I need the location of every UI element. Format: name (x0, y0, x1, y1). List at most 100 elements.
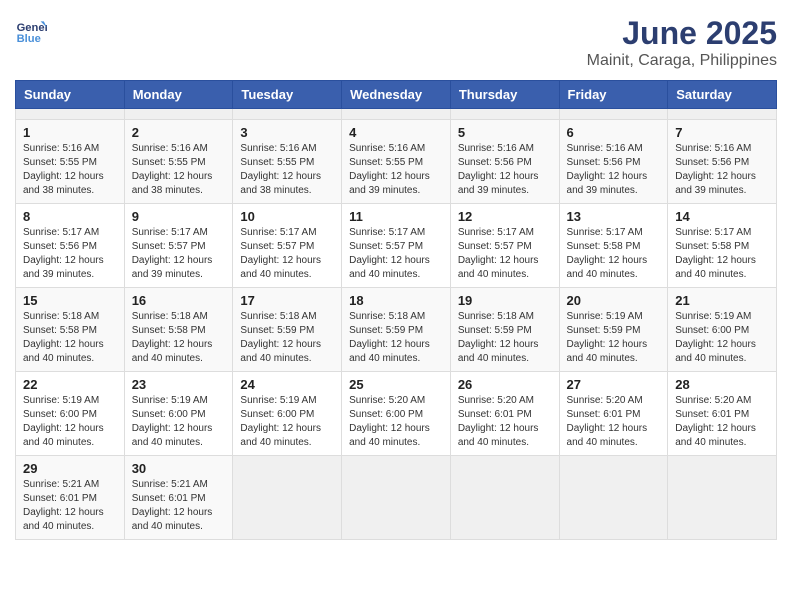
calendar-week-row: 22 Sunrise: 5:19 AMSunset: 6:00 PMDayligh… (16, 372, 777, 456)
calendar-week-row: 29 Sunrise: 5:21 AMSunset: 6:01 PMDayligh… (16, 456, 777, 540)
day-number: 30 (132, 461, 226, 476)
calendar-cell: 15Sunrise: 5:18 AMSunset: 5:58 PMDayligh… (16, 288, 125, 372)
weekday-header: Sunday (16, 81, 125, 109)
calendar-cell: 7 Sunrise: 5:16 AMSunset: 5:56 PMDaylight… (668, 120, 777, 204)
day-number: 28 (675, 377, 769, 392)
day-number: 25 (349, 377, 443, 392)
cell-info: Sunrise: 5:16 AMSunset: 5:55 PMDaylight:… (349, 142, 443, 198)
calendar-cell: 22 Sunrise: 5:19 AMSunset: 6:00 PMDayligh… (16, 372, 125, 456)
cell-info: Sunrise: 5:18 AMSunset: 5:58 PMDaylight:… (132, 310, 226, 366)
calendar-cell (342, 109, 451, 120)
cell-info: Sunrise: 5:16 AMSunset: 5:56 PMDaylight:… (567, 142, 661, 198)
calendar-cell (342, 456, 451, 540)
page-header: General Blue June 2025 Mainit, Caraga, P… (15, 15, 777, 70)
cell-info: Sunrise: 5:21 AMSunset: 6:01 PMDaylight:… (132, 478, 226, 534)
calendar-cell: 26 Sunrise: 5:20 AMSunset: 6:01 PMDayligh… (450, 372, 559, 456)
calendar-cell (559, 456, 668, 540)
day-number: 20 (567, 293, 661, 308)
calendar-table: SundayMondayTuesdayWednesdayThursdayFrid… (15, 80, 777, 540)
cell-info: Sunrise: 5:19 AMSunset: 6:00 PMDaylight:… (132, 394, 226, 450)
calendar-week-row (16, 109, 777, 120)
day-number: 22 (23, 377, 117, 392)
weekday-header: Saturday (668, 81, 777, 109)
cell-info: Sunrise: 5:17 AMSunset: 5:58 PMDaylight:… (567, 226, 661, 282)
logo-icon: General Blue (15, 15, 47, 47)
day-number: 23 (132, 377, 226, 392)
cell-info: Sunrise: 5:18 AMSunset: 5:59 PMDaylight:… (240, 310, 334, 366)
day-number: 7 (675, 125, 769, 140)
calendar-cell: 11Sunrise: 5:17 AMSunset: 5:57 PMDayligh… (342, 204, 451, 288)
cell-info: Sunrise: 5:19 AMSunset: 6:00 PMDaylight:… (23, 394, 117, 450)
cell-info: Sunrise: 5:16 AMSunset: 5:56 PMDaylight:… (675, 142, 769, 198)
day-number: 18 (349, 293, 443, 308)
day-number: 14 (675, 209, 769, 224)
cell-info: Sunrise: 5:16 AMSunset: 5:55 PMDaylight:… (240, 142, 334, 198)
day-number: 3 (240, 125, 334, 140)
weekday-header: Tuesday (233, 81, 342, 109)
calendar-cell (450, 456, 559, 540)
day-number: 8 (23, 209, 117, 224)
calendar-cell (124, 109, 233, 120)
calendar-cell: 1 Sunrise: 5:16 AMSunset: 5:55 PMDaylight… (16, 120, 125, 204)
cell-info: Sunrise: 5:18 AMSunset: 5:58 PMDaylight:… (23, 310, 117, 366)
calendar-cell (16, 109, 125, 120)
svg-text:General: General (17, 22, 47, 34)
cell-info: Sunrise: 5:19 AMSunset: 6:00 PMDaylight:… (240, 394, 334, 450)
calendar-week-row: 8 Sunrise: 5:17 AMSunset: 5:56 PMDaylight… (16, 204, 777, 288)
cell-info: Sunrise: 5:17 AMSunset: 5:57 PMDaylight:… (458, 226, 552, 282)
calendar-week-row: 15Sunrise: 5:18 AMSunset: 5:58 PMDayligh… (16, 288, 777, 372)
calendar-cell: 14 Sunrise: 5:17 AMSunset: 5:58 PMDayligh… (668, 204, 777, 288)
calendar-cell (559, 109, 668, 120)
cell-info: Sunrise: 5:21 AMSunset: 6:01 PMDaylight:… (23, 478, 117, 534)
cell-info: Sunrise: 5:19 AMSunset: 6:00 PMDaylight:… (675, 310, 769, 366)
logo: General Blue (15, 15, 47, 47)
cell-info: Sunrise: 5:20 AMSunset: 6:01 PMDaylight:… (458, 394, 552, 450)
calendar-cell: 5 Sunrise: 5:16 AMSunset: 5:56 PMDaylight… (450, 120, 559, 204)
day-number: 10 (240, 209, 334, 224)
cell-info: Sunrise: 5:18 AMSunset: 5:59 PMDaylight:… (349, 310, 443, 366)
title-area: June 2025 Mainit, Caraga, Philippines (587, 15, 777, 70)
weekday-header-row: SundayMondayTuesdayWednesdayThursdayFrid… (16, 81, 777, 109)
day-number: 4 (349, 125, 443, 140)
calendar-cell (668, 109, 777, 120)
calendar-cell: 28 Sunrise: 5:20 AMSunset: 6:01 PMDayligh… (668, 372, 777, 456)
calendar-cell (668, 456, 777, 540)
day-number: 12 (458, 209, 552, 224)
calendar-cell: 25 Sunrise: 5:20 AMSunset: 6:00 PMDayligh… (342, 372, 451, 456)
svg-text:Blue: Blue (17, 33, 41, 45)
calendar-cell (450, 109, 559, 120)
calendar-cell: 6Sunrise: 5:16 AMSunset: 5:56 PMDaylight… (559, 120, 668, 204)
day-number: 26 (458, 377, 552, 392)
day-number: 11 (349, 209, 443, 224)
cell-info: Sunrise: 5:16 AMSunset: 5:55 PMDaylight:… (132, 142, 226, 198)
cell-info: Sunrise: 5:20 AMSunset: 6:01 PMDaylight:… (675, 394, 769, 450)
calendar-title: June 2025 (587, 15, 777, 52)
cell-info: Sunrise: 5:16 AMSunset: 5:55 PMDaylight:… (23, 142, 117, 198)
calendar-cell: 27Sunrise: 5:20 AMSunset: 6:01 PMDayligh… (559, 372, 668, 456)
calendar-cell: 12 Sunrise: 5:17 AMSunset: 5:57 PMDayligh… (450, 204, 559, 288)
cell-info: Sunrise: 5:20 AMSunset: 6:00 PMDaylight:… (349, 394, 443, 450)
calendar-cell (233, 456, 342, 540)
cell-info: Sunrise: 5:17 AMSunset: 5:58 PMDaylight:… (675, 226, 769, 282)
day-number: 5 (458, 125, 552, 140)
calendar-cell: 17 Sunrise: 5:18 AMSunset: 5:59 PMDayligh… (233, 288, 342, 372)
day-number: 21 (675, 293, 769, 308)
day-number: 13 (567, 209, 661, 224)
calendar-cell: 2Sunrise: 5:16 AMSunset: 5:55 PMDaylight… (124, 120, 233, 204)
calendar-cell: 23 Sunrise: 5:19 AMSunset: 6:00 PMDayligh… (124, 372, 233, 456)
day-number: 29 (23, 461, 117, 476)
calendar-cell: 9Sunrise: 5:17 AMSunset: 5:57 PMDaylight… (124, 204, 233, 288)
weekday-header: Wednesday (342, 81, 451, 109)
day-number: 17 (240, 293, 334, 308)
cell-info: Sunrise: 5:17 AMSunset: 5:57 PMDaylight:… (240, 226, 334, 282)
day-number: 1 (23, 125, 117, 140)
calendar-cell (233, 109, 342, 120)
cell-info: Sunrise: 5:16 AMSunset: 5:56 PMDaylight:… (458, 142, 552, 198)
day-number: 27 (567, 377, 661, 392)
day-number: 9 (132, 209, 226, 224)
day-number: 24 (240, 377, 334, 392)
cell-info: Sunrise: 5:17 AMSunset: 5:56 PMDaylight:… (23, 226, 117, 282)
weekday-header: Friday (559, 81, 668, 109)
calendar-week-row: 1 Sunrise: 5:16 AMSunset: 5:55 PMDaylight… (16, 120, 777, 204)
cell-info: Sunrise: 5:18 AMSunset: 5:59 PMDaylight:… (458, 310, 552, 366)
